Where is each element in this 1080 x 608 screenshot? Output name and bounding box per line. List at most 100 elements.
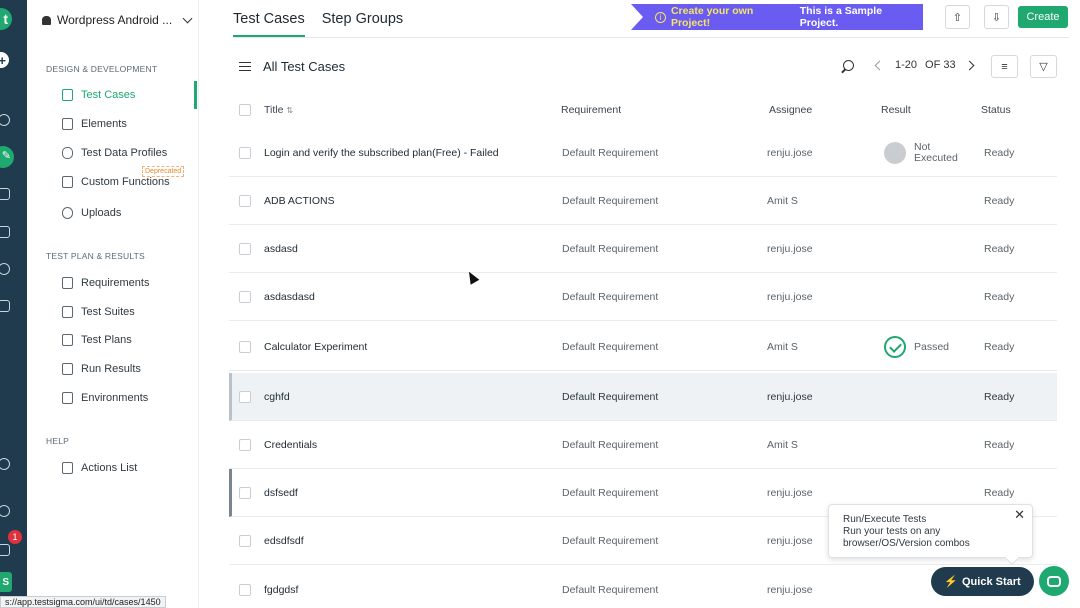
- row-checkbox[interactable]: [239, 147, 251, 159]
- row-checkbox[interactable]: [239, 535, 251, 547]
- sample-project-banner[interactable]: i Create your own Project! This is a Sam…: [631, 4, 923, 30]
- add-icon[interactable]: +: [0, 52, 9, 68]
- tab-step-groups[interactable]: Step Groups: [322, 11, 403, 37]
- support-icon[interactable]: [0, 458, 10, 470]
- row-title[interactable]: dsfsedf: [264, 469, 298, 517]
- table-row[interactable]: Credentials Default Requirement Amit S R…: [229, 421, 1057, 469]
- sidebar-item-label: Test Suites: [81, 306, 135, 318]
- table-row[interactable]: Calculator Experiment Default Requiremen…: [229, 323, 1057, 371]
- row-requirement: Default Requirement: [562, 584, 659, 596]
- row-checkbox[interactable]: [239, 291, 251, 303]
- addons-icon[interactable]: [0, 300, 10, 312]
- table-row[interactable]: Login and verify the subscribed plan(Fre…: [229, 129, 1057, 177]
- row-checkbox[interactable]: [239, 584, 251, 596]
- table-row[interactable]: ADB ACTIONS Default Requirement Amit S R…: [229, 177, 1057, 225]
- row-assignee: renju.jose: [767, 391, 813, 403]
- sort-button[interactable]: ≡: [991, 55, 1018, 78]
- table-row[interactable]: asdasd Default Requirement renju.jose Re…: [229, 225, 1057, 273]
- row-title[interactable]: edsdfsdf: [264, 517, 304, 565]
- export-button[interactable]: ⇧: [945, 5, 970, 29]
- row-title[interactable]: Credentials: [264, 421, 317, 469]
- sidebar-item-actions-list[interactable]: Actions List: [62, 460, 137, 476]
- dashboard-icon[interactable]: [0, 114, 10, 126]
- test-development-icon[interactable]: [0, 146, 14, 168]
- row-status: Ready: [984, 391, 1015, 403]
- row-title[interactable]: ADB ACTIONS: [264, 177, 335, 225]
- gift-icon[interactable]: [0, 544, 10, 556]
- banner-highlight[interactable]: Create your own Project!: [671, 5, 795, 29]
- row-title[interactable]: asdasdasd: [264, 273, 315, 321]
- tab-test-cases[interactable]: Test Cases: [233, 11, 305, 37]
- row-title[interactable]: cghfd: [264, 373, 290, 421]
- sidebar-item-environments[interactable]: Environments: [62, 390, 148, 406]
- avatar[interactable]: S: [0, 572, 12, 592]
- sidebar-item-label: Actions List: [81, 462, 138, 474]
- quick-start-tooltip: ✕ Run/Execute Tests Run your tests on an…: [828, 504, 1033, 566]
- project-name: Wordpress Android ...: [57, 13, 173, 27]
- create-button[interactable]: Create: [1018, 6, 1068, 28]
- testsigma-logo-icon[interactable]: t: [0, 8, 12, 30]
- next-page-icon[interactable]: [964, 60, 975, 70]
- previous-page-icon[interactable]: [874, 60, 885, 70]
- row-checkbox[interactable]: [239, 195, 251, 207]
- table-row[interactable]: asdasdasd Default Requirement renju.jose…: [229, 273, 1057, 321]
- not-executed-icon: [884, 142, 906, 164]
- row-title[interactable]: fgdgdsf: [264, 566, 298, 608]
- section-title-design: DESIGN & DEVELOPMENT: [46, 64, 158, 74]
- active-indicator: [194, 81, 197, 109]
- result-text: Not Executed: [914, 142, 958, 164]
- test-suites-icon: [62, 306, 73, 318]
- filter-icon: ▽: [1039, 61, 1048, 73]
- sidebar-item-requirements[interactable]: Requirements: [62, 275, 149, 291]
- sidebar-item-test-plans[interactable]: Test Plans: [62, 332, 132, 348]
- quick-start-button[interactable]: ⚡ Quick Start: [931, 567, 1034, 596]
- row-assignee: renju.jose: [767, 487, 813, 499]
- row-checkbox[interactable]: [239, 341, 251, 353]
- menu-icon[interactable]: [239, 62, 251, 71]
- monitor-icon[interactable]: [0, 226, 10, 238]
- table-row-hovered[interactable]: cghfd Default Requirement renju.jose Rea…: [229, 373, 1057, 421]
- upload-icon: ⇧: [952, 11, 963, 24]
- pagination: 1-20 OF 33: [874, 59, 975, 71]
- run-results-icon: [62, 363, 73, 375]
- search-icon[interactable]: [843, 60, 854, 71]
- project-selector[interactable]: Wordpress Android ...: [42, 13, 193, 27]
- settings-icon[interactable]: [0, 263, 10, 275]
- column-assignee: Assignee: [769, 104, 813, 116]
- lightning-icon: ⚡: [944, 576, 958, 588]
- row-title[interactable]: Calculator Experiment: [264, 323, 367, 371]
- sidebar-item-uploads[interactable]: Uploads: [62, 205, 121, 221]
- page-range: 1-20: [895, 59, 918, 71]
- sidebar-item-test-suites[interactable]: Test Suites: [62, 304, 135, 320]
- row-title[interactable]: Login and verify the subscribed plan(Fre…: [264, 129, 499, 177]
- chat-button[interactable]: [1039, 566, 1069, 596]
- test-plans-icon: [62, 334, 73, 346]
- sidebar-item-run-results[interactable]: Run Results: [62, 361, 141, 377]
- sidebar-item-test-cases[interactable]: Test Cases: [62, 87, 135, 103]
- download-icon: ⇩: [991, 11, 1002, 24]
- result-text-l2: Executed: [914, 152, 958, 164]
- sidebar-item-test-data-profiles[interactable]: Test Data Profiles: [62, 145, 167, 161]
- filter-button[interactable]: ▽: [1030, 55, 1057, 78]
- row-checkbox[interactable]: [239, 243, 251, 255]
- sidebar-item-label: Elements: [81, 118, 127, 130]
- row-checkbox[interactable]: [239, 487, 251, 499]
- deprecated-badge: Deprecated: [142, 166, 185, 177]
- row-checkbox[interactable]: [239, 391, 251, 403]
- import-button[interactable]: ⇩: [984, 5, 1009, 29]
- sidebar-item-label: Environments: [81, 392, 149, 404]
- sidebar-item-elements[interactable]: Elements: [62, 116, 127, 132]
- row-status: Ready: [984, 439, 1015, 451]
- database-icon: [62, 147, 73, 159]
- column-title[interactable]: Title ⇅: [264, 104, 293, 116]
- actions-list-icon: [62, 462, 73, 474]
- list-title[interactable]: All Test Cases: [263, 59, 345, 74]
- help-icon[interactable]: [0, 505, 10, 517]
- close-icon[interactable]: ✕: [1014, 508, 1025, 521]
- row-checkbox[interactable]: [239, 439, 251, 451]
- android-icon: [42, 15, 51, 25]
- select-all-checkbox[interactable]: [239, 104, 251, 116]
- row-title[interactable]: asdasd: [264, 225, 298, 273]
- row-assignee: renju.jose: [767, 243, 813, 255]
- briefcase-icon[interactable]: [0, 188, 10, 200]
